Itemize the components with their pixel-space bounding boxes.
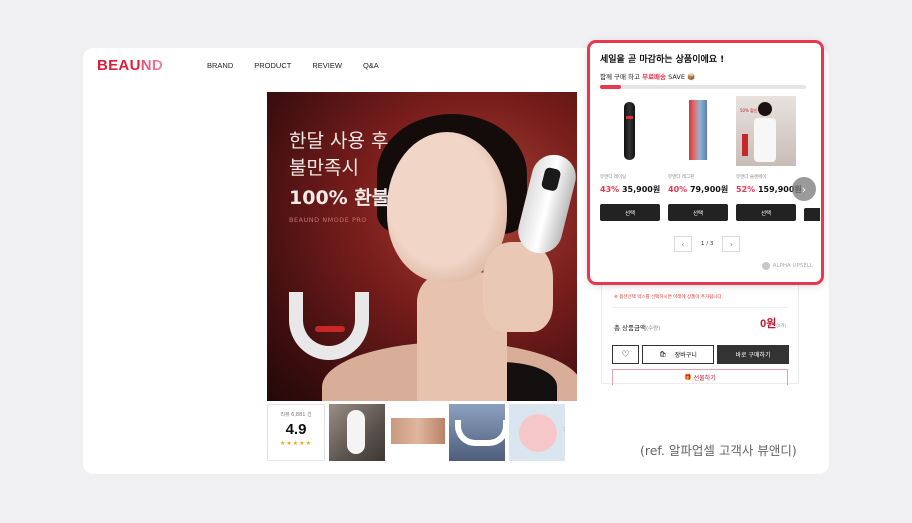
thumbnail-strip: 리뷰 6,881 건 4.9 ★★★★★ › <box>267 404 577 462</box>
nav-qna[interactable]: Q&A <box>363 61 379 70</box>
select-button[interactable]: 선택 <box>736 204 796 221</box>
thumbnail[interactable] <box>449 404 505 461</box>
select-button[interactable]: 선택 <box>668 204 728 221</box>
model-hand <box>483 242 553 332</box>
shopping-bag-icon: 🛍 <box>659 351 667 358</box>
rating-stars: ★★★★★ <box>280 440 312 447</box>
upsell-subtitle: 함께 구매 하고 무료배송 SAVE 📦 <box>600 73 696 81</box>
brand-logo[interactable]: BEAUND <box>97 57 163 74</box>
pagination: ‹ 1 / 3 › <box>674 236 741 252</box>
hero-image: 한달 사용 후 불만족시 100% 환불 BEAUND NMODE PRO <box>267 92 577 401</box>
select-button[interactable]: 선택 <box>600 204 660 221</box>
heart-icon: ♡ <box>621 349 630 360</box>
hero-copy: 한달 사용 후 불만족시 100% 환불 BEAUND NMODE PRO <box>289 128 389 224</box>
product-image[interactable] <box>668 96 728 166</box>
product-price: 43% 35,900원 <box>600 185 661 194</box>
cart-button[interactable]: 🛍 장바구니 <box>642 345 714 364</box>
progress-fill <box>600 85 621 89</box>
alpha-upsell-logo-icon <box>761 262 770 270</box>
option-notice: ※ 옵션선택 박스를 선택하시면 아래에 상품이 추가됩니다. <box>614 295 724 300</box>
product-image[interactable] <box>600 96 660 166</box>
total-price: 0원(0개) <box>760 318 786 330</box>
hero-line-2: 불만족시 <box>289 157 359 179</box>
gift-button[interactable]: 🎁 선물하기 <box>612 369 788 385</box>
product-card[interactable]: 뷰앤디 레이팅 43% 35,900원 선택 <box>600 96 660 221</box>
product-name: 뷰앤디 슬랜페이 <box>736 175 767 180</box>
product-image[interactable] <box>804 96 820 166</box>
product-price: 52% 159,900원 <box>736 185 802 194</box>
upsell-title: 세일을 곧 마감하는 상품이에요 ! <box>600 55 725 65</box>
thumbnail[interactable] <box>329 404 385 461</box>
product-card[interactable]: 뷰앤디 레그핀 40% 79,900원 선택 <box>668 96 728 221</box>
order-panel: ※ 옵션선택 박스를 선택하시면 아래에 상품이 추가됩니다. 총 상품금액(수… <box>601 284 799 385</box>
prev-page-button[interactable]: ‹ <box>674 236 692 252</box>
hero-line-1: 한달 사용 후 <box>289 130 389 152</box>
buy-now-button[interactable]: 바로 구매하기 <box>717 345 789 364</box>
logo-accent: ND <box>140 57 163 74</box>
upsell-products: 뷰앤디 레이팅 43% 35,900원 선택 뷰앤디 레그핀 40% 79,90… <box>600 96 820 221</box>
order-actions: ♡ 🛍 장바구니 바로 구매하기 <box>612 345 789 364</box>
gift-icon: 🎁 <box>684 374 692 381</box>
product-card-partial[interactable] <box>804 96 820 221</box>
page-indicator: 1 / 3 <box>701 241 714 247</box>
select-button[interactable] <box>804 208 820 221</box>
nav-product[interactable]: PRODUCT <box>254 61 291 70</box>
thumbnail-next-icon[interactable]: › <box>563 424 565 435</box>
hero-line-3: 100% 환불 <box>289 187 390 209</box>
free-shipping-progress <box>600 85 806 89</box>
reference-caption: (ref. 알파업셀 고객사 뷰앤디) <box>640 443 797 458</box>
review-count: 리뷰 6,881 건 <box>280 412 312 418</box>
rating-score: 4.9 <box>285 421 307 438</box>
wishlist-button[interactable]: ♡ <box>612 345 639 364</box>
product-name: 뷰앤디 레이팅 <box>600 175 627 180</box>
thumbnail[interactable]: › <box>509 404 565 461</box>
carousel-next-icon[interactable]: › <box>792 177 816 201</box>
next-page-button[interactable]: › <box>722 236 741 252</box>
upsell-popup: 세일을 곧 마감하는 상품이에요 ! 함께 구매 하고 무료배송 SAVE 📦 … <box>587 40 824 285</box>
device-image-secondary <box>289 292 369 360</box>
thumbnail[interactable] <box>389 404 445 461</box>
product-image[interactable]: 50% 할인 <box>736 96 796 166</box>
rating-box[interactable]: 리뷰 6,881 건 4.9 ★★★★★ <box>267 404 325 461</box>
total-label: 총 상품금액(수량) <box>614 324 661 332</box>
product-card[interactable]: 50% 할인 뷰앤디 슬랜페이 52% 159,900원 선택 <box>736 96 802 221</box>
main-nav: BRAND PRODUCT REVIEW Q&A <box>207 61 379 70</box>
divider <box>612 307 788 308</box>
powered-by: ALPHA UPSELL <box>761 262 813 270</box>
product-name: 뷰앤디 레그핀 <box>668 175 695 180</box>
nav-review[interactable]: REVIEW <box>312 61 342 70</box>
product-price: 40% 79,900원 <box>668 185 729 194</box>
logo-main: BEAU <box>97 57 141 74</box>
hero-subtitle: BEAUND NMODE PRO <box>289 216 368 224</box>
nav-brand[interactable]: BRAND <box>207 61 233 70</box>
